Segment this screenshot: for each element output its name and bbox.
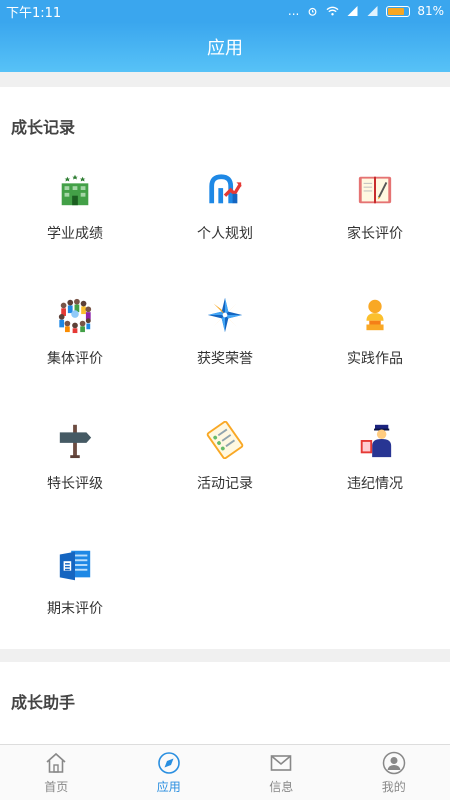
app-awards-honors[interactable]: 获奖荣誉 bbox=[150, 274, 300, 399]
assistant-item-3[interactable] bbox=[300, 724, 450, 744]
app-parent-evaluation[interactable]: 家长评价 bbox=[300, 149, 450, 274]
assistant-grid bbox=[0, 724, 450, 744]
nav-messages[interactable]: 信息 bbox=[225, 745, 338, 800]
app-academic-grades[interactable]: 学业成绩 bbox=[0, 149, 150, 274]
mail-icon bbox=[270, 755, 292, 771]
app-label: 活动记录 bbox=[197, 476, 253, 492]
app-label: 学业成绩 bbox=[47, 226, 103, 242]
alarm-icon bbox=[308, 7, 317, 16]
navigation-icon bbox=[157, 752, 180, 774]
battery-icon bbox=[386, 5, 411, 17]
app-final-evaluation[interactable]: 期末评价 bbox=[0, 524, 150, 649]
battery-percent: 81% bbox=[417, 4, 444, 18]
home-icon bbox=[46, 752, 66, 773]
section-title: 成长助手 bbox=[11, 693, 76, 712]
wifi-icon bbox=[326, 6, 339, 16]
status-time: 下午1:11 bbox=[6, 5, 62, 21]
notebook-icon bbox=[358, 176, 392, 204]
app-personal-planning[interactable]: 个人规划 bbox=[150, 149, 300, 274]
planning-icon bbox=[209, 174, 242, 204]
signal-icon bbox=[347, 6, 358, 16]
app-label: 违纪情况 bbox=[347, 476, 403, 492]
status-bar: 下午1:11 ... 81% bbox=[0, 0, 450, 22]
checklist-icon bbox=[206, 421, 244, 459]
nav-label: 信息 bbox=[269, 780, 294, 794]
compass-star-icon bbox=[207, 297, 243, 333]
app-label: 特长评级 bbox=[47, 476, 103, 492]
nav-label: 我的 bbox=[381, 780, 406, 794]
app-practice-works[interactable]: 实践作品 bbox=[300, 274, 450, 399]
main-content[interactable]: 成长记录 学业成绩 个人规划 家长评价 集体评价 获奖荣誉 实践作品 特长评级 … bbox=[0, 72, 450, 744]
notification-dots: ... bbox=[287, 4, 300, 18]
app-group-evaluation[interactable]: 集体评价 bbox=[0, 274, 150, 399]
user-icon bbox=[382, 751, 405, 775]
officer-icon bbox=[360, 424, 392, 458]
nav-mine[interactable]: 我的 bbox=[338, 745, 450, 800]
nav-label: 首页 bbox=[44, 780, 69, 794]
app-label: 集体评价 bbox=[47, 351, 103, 367]
app-grid: 学业成绩 个人规划 家长评价 集体评价 获奖荣誉 实践作品 特长评级 活动记录 … bbox=[0, 149, 450, 649]
signpost-icon bbox=[59, 424, 92, 459]
app-activity-records[interactable]: 活动记录 bbox=[150, 399, 300, 524]
section-growth-record: 成长记录 学业成绩 个人规划 家长评价 集体评价 获奖荣誉 实践作品 特长评级 … bbox=[0, 87, 450, 649]
app-header: 应用 bbox=[0, 22, 450, 72]
document-icon bbox=[59, 550, 91, 581]
top-separator bbox=[0, 72, 450, 87]
assistant-item-1[interactable] bbox=[0, 724, 150, 744]
section-growth-assistant: 成长助手 bbox=[0, 662, 450, 744]
section-title: 成长记录 bbox=[11, 118, 76, 137]
app-label: 家长评价 bbox=[347, 226, 403, 242]
page-title: 应用 bbox=[207, 38, 243, 59]
app-label: 个人规划 bbox=[197, 226, 253, 242]
nav-home[interactable]: 首页 bbox=[0, 745, 113, 800]
signal-icon-2 bbox=[367, 6, 378, 16]
nav-label: 应用 bbox=[156, 780, 181, 794]
assistant-item-2[interactable] bbox=[150, 724, 300, 744]
bust-statue-icon bbox=[366, 299, 384, 331]
app-label: 获奖荣誉 bbox=[197, 351, 253, 367]
app-label: 期末评价 bbox=[47, 601, 103, 617]
bottom-navigation: 首页 应用 信息 我的 bbox=[0, 744, 450, 800]
app-specialty-rating[interactable]: 特长评级 bbox=[0, 399, 150, 524]
section-separator bbox=[0, 649, 450, 662]
app-label: 实践作品 bbox=[347, 351, 403, 367]
battery-fill bbox=[388, 7, 405, 15]
app-discipline-violations[interactable]: 违纪情况 bbox=[300, 399, 450, 524]
nav-apps[interactable]: 应用 bbox=[113, 745, 226, 800]
building-icon bbox=[61, 174, 89, 206]
crowd-icon bbox=[58, 298, 92, 334]
